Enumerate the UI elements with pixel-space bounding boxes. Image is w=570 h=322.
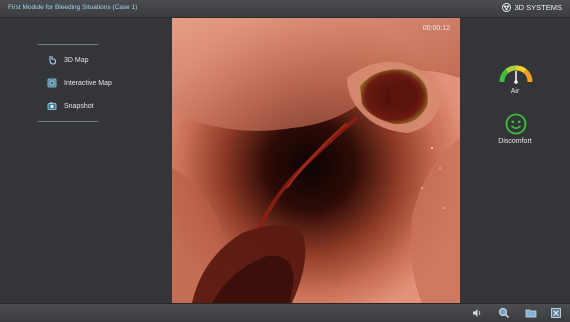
discomfort-label: Discomfort <box>498 138 532 145</box>
search-button[interactable] <box>498 307 510 319</box>
sidebar-divider-top <box>38 44 98 45</box>
endoscopic-view-image <box>172 18 460 303</box>
sidebar-item-snapshot[interactable]: Snapshot <box>47 101 94 111</box>
sidebar-item-label: Snapshot <box>64 102 94 110</box>
air-gauge <box>498 62 534 86</box>
exit-icon <box>551 308 561 318</box>
sidebar-divider-bottom <box>38 121 98 122</box>
sidebar-item-3d-map[interactable]: 3D Map <box>47 55 89 65</box>
search-icon <box>499 308 510 319</box>
bottom-toolbar <box>0 303 570 322</box>
stomach-map-icon <box>49 56 57 65</box>
volume-icon <box>473 309 481 317</box>
air-label: Air <box>510 88 520 95</box>
air-gauge-icon <box>499 65 533 84</box>
window-title: First Module for Bleeding Situations (Ca… <box>8 4 138 11</box>
interactive-map-icon <box>47 78 57 88</box>
folder-icon <box>525 309 537 318</box>
title-bar: First Module for Bleeding Situations (Ca… <box>0 0 570 18</box>
sidebar-item-label: 3D Map <box>64 56 89 64</box>
status-panel: Air Discomfort <box>460 18 570 303</box>
volume-button[interactable] <box>471 307 483 319</box>
brand-name: 3D SYSTEMS <box>514 3 562 12</box>
sidebar-item-label: Interactive Map <box>64 79 112 87</box>
sidebar-item-interactive-map[interactable]: Interactive Map <box>47 78 112 88</box>
elapsed-timer: 00:00:12 <box>422 25 450 32</box>
endoscopy-viewport[interactable]: 00:00:12 <box>172 18 460 303</box>
left-sidebar: 3D Map Interactive Map Snapshot <box>0 18 172 303</box>
exit-button[interactable] <box>550 307 562 319</box>
smiley-face-icon <box>505 113 527 135</box>
camera-icon <box>47 102 57 110</box>
folder-button[interactable] <box>525 307 537 319</box>
3d-systems-logo-icon <box>502 3 512 12</box>
brand-logo: 3D SYSTEMS <box>502 3 562 12</box>
